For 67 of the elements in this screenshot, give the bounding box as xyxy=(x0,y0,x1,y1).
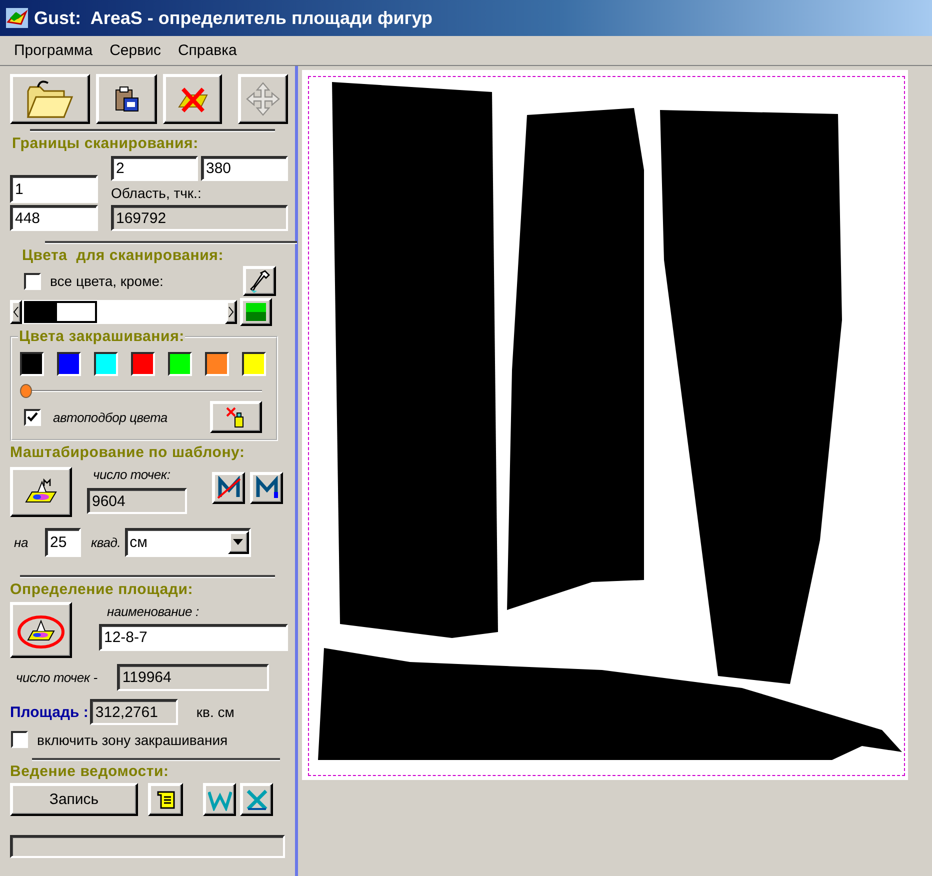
new-template-button[interactable] xyxy=(250,472,283,504)
scale-template-button[interactable] xyxy=(10,467,72,517)
tolerance-slider[interactable] xyxy=(20,383,262,399)
log-list-button[interactable] xyxy=(148,783,183,816)
section-heading: Маштабирование по шаблону: xyxy=(10,444,246,461)
eyedropper-icon xyxy=(248,269,270,293)
points-label: число точек - xyxy=(16,670,98,685)
group-title: Цвета закрашивания: xyxy=(18,328,186,345)
pick-color-button[interactable] xyxy=(243,266,276,296)
reset-colors-button[interactable] xyxy=(210,401,262,433)
list-scroll-icon xyxy=(154,790,176,810)
color-swatch[interactable] xyxy=(131,352,155,376)
crossed-letter-icon xyxy=(216,476,240,500)
checkbox[interactable] xyxy=(24,408,41,426)
per-label: на xyxy=(14,534,28,550)
letter-icon xyxy=(254,476,278,500)
section-heading: Границы сканирования: xyxy=(12,135,200,152)
export-excel-button[interactable] xyxy=(240,783,273,816)
color-swatch[interactable] xyxy=(168,352,192,376)
section-heading: Ведение ведомости: xyxy=(10,763,170,780)
area-points-field[interactable]: 169792 xyxy=(111,205,288,231)
points-label: число точек: xyxy=(93,467,172,482)
scan-color-button[interactable] xyxy=(240,298,272,326)
menu-item[interactable]: Программа xyxy=(6,42,102,59)
top-bound-field[interactable]: 2 xyxy=(111,156,198,181)
letter-x-icon xyxy=(246,788,268,810)
color-swatch[interactable] xyxy=(20,352,44,376)
figure-points-field[interactable]: 119964 xyxy=(117,664,270,691)
template-points-field[interactable]: 9604 xyxy=(87,488,187,514)
unit-label: квад. xyxy=(90,534,121,550)
color-swatch[interactable] xyxy=(94,352,118,376)
color-swatch[interactable] xyxy=(242,352,266,376)
color-swatch[interactable] xyxy=(57,352,81,376)
move-arrows-icon xyxy=(245,81,281,117)
letter-w-icon xyxy=(208,788,232,810)
app-logo-icon xyxy=(6,8,28,28)
color-swatch[interactable] xyxy=(205,352,229,376)
area-label: Площадь : xyxy=(10,704,88,720)
checkbox[interactable] xyxy=(11,731,28,748)
export-word-button[interactable] xyxy=(203,783,236,816)
color-scroller[interactable] xyxy=(10,300,237,324)
record-button[interactable]: Запись xyxy=(10,783,138,816)
toolbar-button[interactable] xyxy=(96,74,157,124)
measure-area-button[interactable] xyxy=(10,602,72,658)
template-area-field[interactable]: 25 xyxy=(44,528,81,556)
bottom-bound-field[interactable]: 448 xyxy=(10,205,98,231)
toolbar-button[interactable] xyxy=(10,74,90,124)
menu-item[interactable]: Справка xyxy=(170,42,246,59)
unit-dropdown[interactable]: см xyxy=(124,528,251,556)
window-title: Gust: AreaS - определитель площади фигур xyxy=(34,8,433,28)
left-bound-field[interactable]: 1 xyxy=(10,175,98,203)
checkbox-label: включить зону закрашивания xyxy=(37,732,228,748)
checkbox-label: все цвета, кроме: xyxy=(50,273,164,289)
clipboard-icon xyxy=(112,85,140,113)
right-bound-field[interactable]: 380 xyxy=(201,156,288,181)
section-heading: Определение площади: xyxy=(10,581,194,598)
toolbar-button[interactable] xyxy=(163,74,222,124)
remove-template-button[interactable] xyxy=(212,472,245,504)
name-label: наименование : xyxy=(107,604,200,619)
area-unit: кв. см xyxy=(196,704,234,720)
section-heading: Цвета для сканирования: xyxy=(22,247,225,264)
area-label: Область, тчк.: xyxy=(111,185,202,201)
figure-name-field[interactable]: 12-8-7 xyxy=(99,624,288,651)
area-result-field[interactable]: 312,2761 xyxy=(90,699,178,725)
menu-item[interactable]: Сервис xyxy=(102,42,170,59)
checkbox[interactable] xyxy=(24,272,41,290)
checkbox-label: автоподбор цвета xyxy=(53,410,168,424)
